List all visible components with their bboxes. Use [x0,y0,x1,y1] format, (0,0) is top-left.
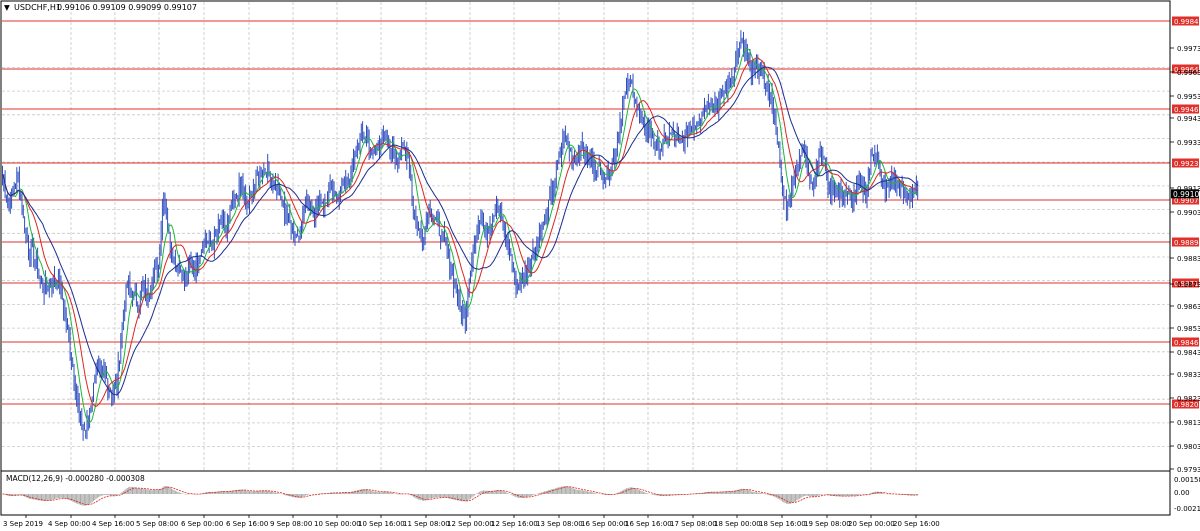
chart-header: ▼ USDCHF,H1 0.99106 0.99109 0.99099 0.99… [4,3,197,12]
price-tick-label: 0.99330 [1177,139,1200,147]
time-tick-label: 16 Sep 16:00 [625,520,672,528]
chart-background [0,0,1200,531]
time-tick-label: 6 Sep 00:00 [181,520,223,528]
time-tick-label: 18 Sep 00:00 [714,520,761,528]
level-tag-label: 0.99845 [1174,18,1200,26]
macd-tick-label: 0.001585 [1174,476,1200,484]
time-tick-label: 4 Sep 16:00 [92,520,134,528]
time-tick-label: 6 Sep 16:00 [226,520,268,528]
time-tick-label: 17 Sep 08:00 [670,520,717,528]
time-tick-label: 4 Sep 00:00 [48,520,90,528]
price-tick-label: 0.98530 [1177,325,1200,333]
time-tick-label: 10 Sep 00:00 [314,520,361,528]
time-tick-label: 19 Sep 08:00 [804,520,851,528]
time-tick-label: 13 Sep 08:00 [536,520,583,528]
price-tick-label: 0.99430 [1177,115,1200,123]
ohlc-label: 0.99106 0.99109 0.99099 0.99107 [57,3,197,12]
price-tick-label: 0.99730 [1177,45,1200,53]
current-price-tag: 0.99107 [1171,189,1200,199]
time-tick-label: 20 Sep 00:00 [848,520,895,528]
price-tick-label: 0.98130 [1177,419,1200,427]
time-tick-label: 10 Sep 16:00 [358,520,405,528]
symbol-label: USDCHF,H1 [14,3,61,12]
header-arrow-icon: ▼ [4,3,10,12]
level-tag-label: 0.98894 [1174,239,1200,247]
time-tick-label: 12 Sep 16:00 [491,520,538,528]
time-tick-label: 5 Sep 08:00 [136,520,178,528]
time-tick-label: 16 Sep 00:00 [581,520,628,528]
price-tick-label: 0.98030 [1177,443,1200,451]
macd-tick-label: 0.00 [1174,489,1190,497]
time-tick-label: 3 Sep 2019 [3,520,43,528]
level-tag-label: 0.98469 [1174,339,1200,347]
level-tag-label: 0.99233 [1174,160,1200,168]
price-tick-label: 0.99530 [1177,93,1200,101]
price-tick-label: 0.98430 [1177,349,1200,357]
price-tick-label: 0.98330 [1177,371,1200,379]
time-tick-label: 18 Sep 16:00 [759,520,806,528]
price-tick-label: 0.98230 [1177,395,1200,403]
time-tick-label: 9 Sep 08:00 [270,520,312,528]
level-tag-label: 0.99465 [1174,106,1200,114]
price-tick-label: 0.98630 [1177,303,1200,311]
price-tick-label: 0.99630 [1177,69,1200,77]
macd-tick-label: -0.00219 [1174,505,1200,513]
price-tick-label: 0.98730 [1177,281,1200,289]
time-tick-label: 12 Sep 00:00 [447,520,494,528]
price-tick-label: 0.99030 [1177,209,1200,217]
time-tick-label: 20 Sep 16:00 [893,520,940,528]
macd-title: MACD(12,26,9) -0.000280 -0.000308 [6,474,145,483]
price-chart: 0.998450.996430.994650.992330.990790.988… [0,0,1200,531]
price-tick-label: 0.97930 [1177,466,1200,474]
time-tick-label: 11 Sep 08:00 [403,520,450,528]
price-tick-label: 0.98830 [1177,255,1200,263]
current-price-value: 0.99107 [1173,190,1200,199]
